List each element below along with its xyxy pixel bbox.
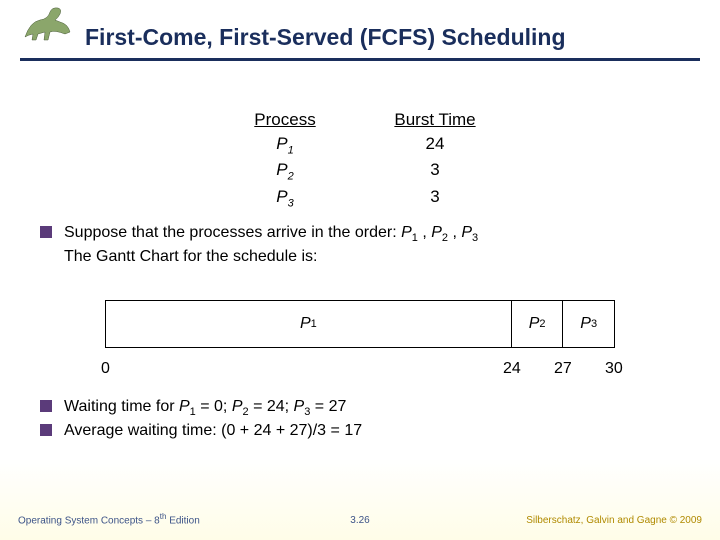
table-row: P1 24 <box>0 134 720 156</box>
bullet-icon <box>40 424 52 436</box>
gantt-cell-p1: P1 <box>106 301 511 347</box>
gantt-chart: P1 P2 P3 0 24 27 30 <box>105 300 615 348</box>
bullet-waiting: Waiting time for P1 = 0; P2 = 24; P3 = 2… <box>40 396 346 420</box>
gantt-cell-p3: P3 <box>562 301 614 347</box>
gantt-tick: 30 <box>605 360 623 378</box>
bullet-suppose: Suppose that the processes arrive in the… <box>40 222 478 268</box>
table-row: P2 3 <box>0 160 720 182</box>
header-process: Process <box>210 110 360 130</box>
bullet-average: Average waiting time: (0 + 24 + 27)/3 = … <box>40 420 362 442</box>
header-burst: Burst Time <box>360 110 510 130</box>
gantt-tick: 24 <box>503 360 521 378</box>
bullet-icon <box>40 400 52 412</box>
title-underline <box>20 58 700 61</box>
slide-title: First-Come, First-Served (FCFS) Scheduli… <box>85 24 566 51</box>
table-row: P3 3 <box>0 187 720 209</box>
footer-copyright: Silberschatz, Galvin and Gagne © 2009 <box>526 515 702 526</box>
process-table: Process Burst Time P1 24 P2 3 P3 3 <box>0 110 720 213</box>
gantt-cell-p2: P2 <box>511 301 563 347</box>
dinosaur-logo <box>20 2 80 42</box>
gantt-tick: 27 <box>554 360 572 378</box>
bullet-icon <box>40 226 52 238</box>
gantt-tick: 0 <box>101 360 110 378</box>
